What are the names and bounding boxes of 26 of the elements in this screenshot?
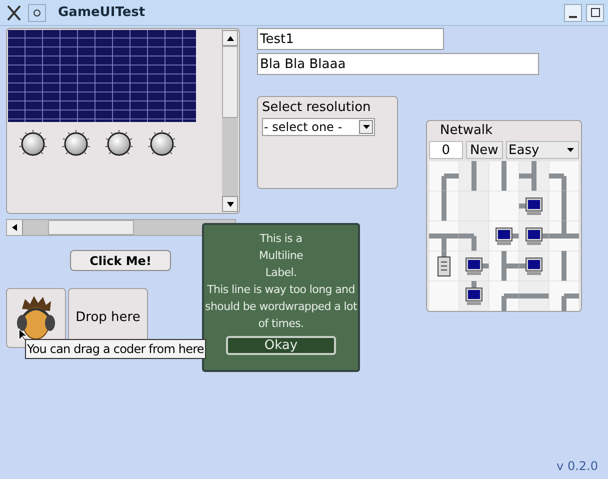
- scroll-thumb[interactable]: [48, 220, 134, 235]
- tooltip: You can drag a coder from here: [25, 339, 206, 359]
- text-field[interactable]: Bla Bla Blaaa: [257, 53, 539, 75]
- difficulty-dropdown[interactable]: Easy: [506, 141, 579, 159]
- window-title: GameUITest: [58, 4, 146, 22]
- score-display: 0: [429, 141, 463, 159]
- resolution-dropdown[interactable]: - select one -: [262, 118, 375, 136]
- panel-title: Select resolution: [262, 100, 372, 116]
- dropdown-arrow-icon: [567, 148, 574, 152]
- vertical-scrollbar[interactable]: [222, 30, 238, 212]
- coder-avatar-icon: [14, 295, 58, 341]
- scroll-down-icon[interactable]: [222, 196, 238, 212]
- panel-title: Netwalk: [439, 123, 494, 139]
- new-game-button[interactable]: New: [466, 141, 503, 159]
- mouse-pointer-icon: [18, 328, 28, 342]
- minimize-icon[interactable]: [564, 4, 582, 22]
- scroll-left-icon[interactable]: [7, 220, 23, 235]
- multiline-label: This is a Multiline Label. This line is way too long and should be wordwrapped a lot of times.: [204, 231, 358, 332]
- click-me-button[interactable]: Click Me!: [70, 250, 171, 271]
- maximize-icon[interactable]: [586, 4, 604, 22]
- version-label: v 0.2.0: [556, 458, 598, 475]
- scroll-thumb[interactable]: [222, 46, 238, 118]
- scroll-up-icon[interactable]: [222, 30, 238, 46]
- text-field[interactable]: Test1: [257, 28, 444, 50]
- okay-button[interactable]: Okay: [226, 336, 336, 355]
- window-menu-icon[interactable]: [28, 4, 46, 22]
